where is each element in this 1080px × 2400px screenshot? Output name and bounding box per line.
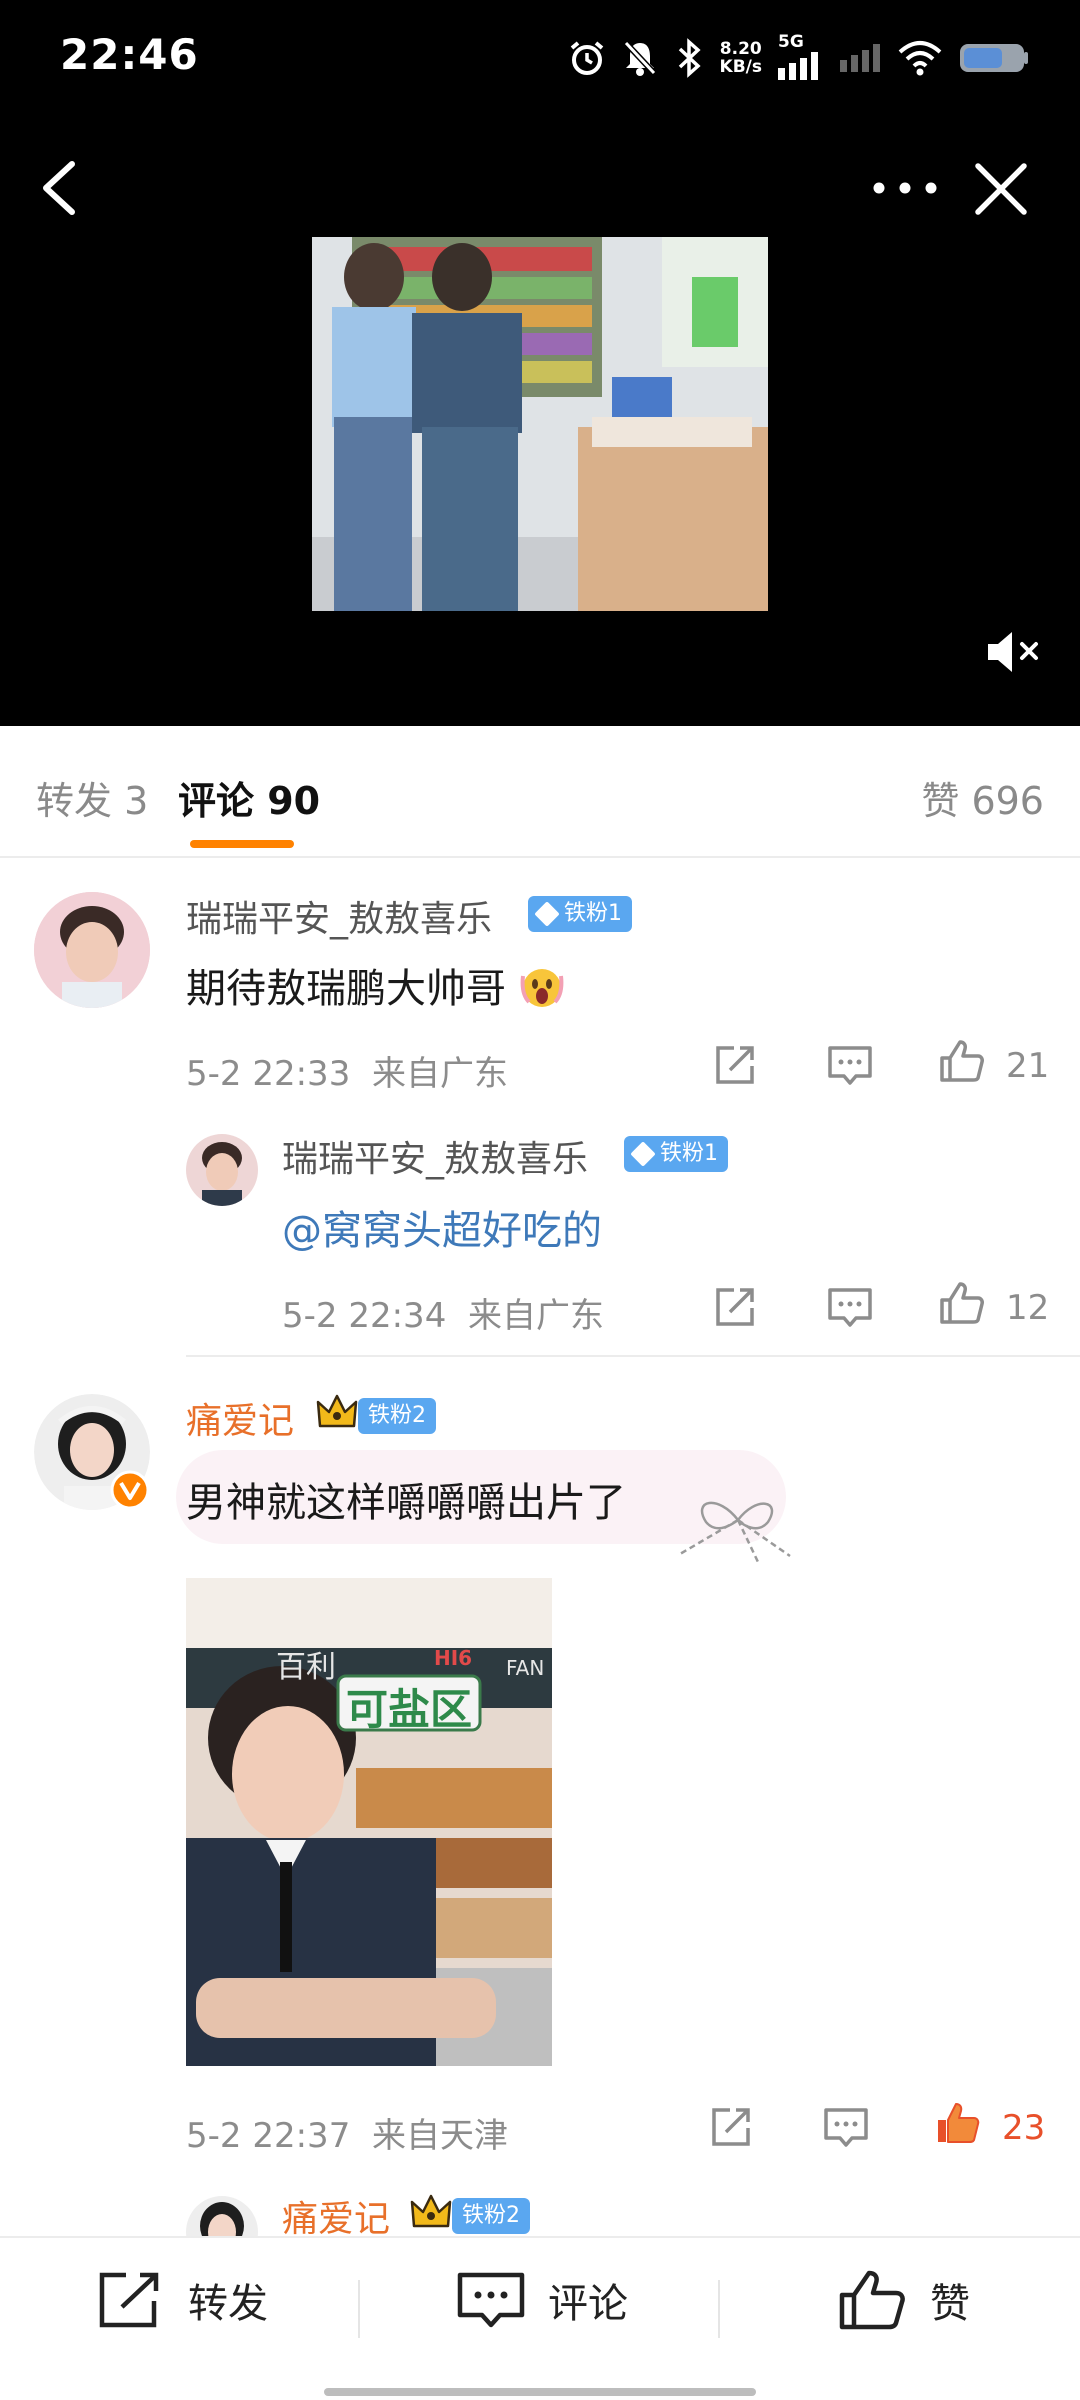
tab-repost[interactable]: 转发 3 — [36, 770, 148, 825]
image-sign-left: 百利 — [276, 1650, 336, 1685]
comment-image-scene — [186, 1578, 552, 2066]
share-icon[interactable] — [708, 2104, 756, 2150]
bottom-action-bar: 转发 评论 赞 — [0, 2236, 1080, 2400]
comment-location: 来自广东 — [371, 1054, 508, 1094]
reply-time: 5-2 22:34 — [282, 1296, 447, 1336]
share-icon[interactable] — [712, 1284, 760, 1330]
reply-meta: 5-2 22:34 来自广东 — [282, 1288, 604, 1337]
bottom-like-label: 赞 — [930, 2281, 970, 2327]
reply-location: 来自广东 — [467, 1296, 604, 1336]
video-scene — [312, 237, 768, 611]
tab-active-indicator — [190, 840, 294, 848]
bottom-repost-label: 转发 — [188, 2281, 268, 2327]
signal-group: 5G — [778, 32, 824, 80]
image-overlay-text: 可盐区 — [346, 1685, 473, 1734]
diamond-icon — [630, 1141, 656, 1167]
fan-badge: 铁粉2 — [358, 1398, 436, 1434]
crown-icon — [410, 2194, 452, 2228]
bottom-separator — [358, 2280, 360, 2338]
diamond-icon — [534, 901, 560, 927]
net-speed: 8.20 KB/s — [720, 40, 762, 76]
reply-fan-badge: 铁粉1 — [624, 1136, 728, 1172]
status-bar: 22:46 8.20 KB/s 5G — [0, 0, 1080, 110]
reply-icon[interactable] — [822, 2104, 870, 2150]
reply-icon[interactable] — [826, 1042, 874, 1088]
ribbon-icon — [679, 1501, 791, 1563]
avatar[interactable] — [34, 892, 150, 1008]
reply-fan-badge-label: 铁粉1 — [660, 1141, 718, 1166]
wifi-icon — [898, 41, 942, 76]
comment-text: 男神就这样嚼嚼嚼出片了 — [186, 1480, 626, 1526]
comment-username[interactable]: 痛爱记 — [186, 1392, 294, 1444]
like-count: 21 — [1006, 1046, 1050, 1086]
image-sign-right: FAN — [506, 1656, 545, 1680]
comment-time: 5-2 22:37 — [186, 2116, 351, 2156]
tab-bar: 转发 3 评论 90 赞 696 — [0, 726, 1080, 858]
avatar-image — [34, 892, 150, 1008]
verified-badge-icon — [110, 1470, 150, 1510]
bottom-separator — [718, 2280, 720, 2338]
tab-comments[interactable]: 评论 90 — [178, 770, 320, 825]
reply-icon[interactable] — [826, 1284, 874, 1330]
signal-2-icon — [840, 44, 880, 72]
comment-icon — [457, 2272, 525, 2328]
comment-text-body: 期待敖瑞鹏大帅哥 — [186, 966, 506, 1012]
comment-username[interactable]: 瑞瑞平安_敖敖喜乐 — [186, 890, 492, 942]
bottom-comment-button[interactable]: 评论 — [456, 2238, 628, 2362]
network-type: 5G — [778, 32, 804, 52]
home-indicator[interactable] — [324, 2388, 756, 2396]
comment-image[interactable]: 可盐区 HI6 FAN 百利 — [186, 1578, 552, 2066]
comment-meta: 5-2 22:33 来自广东 — [186, 1046, 508, 1095]
avatar[interactable] — [34, 1394, 150, 1510]
comment-location: 来自天津 — [371, 2116, 508, 2156]
bottom-comment-label: 评论 — [548, 2281, 628, 2327]
bottom-like-button[interactable]: 赞 — [838, 2238, 970, 2362]
mute-bell-icon — [623, 40, 656, 76]
status-icons: 8.20 KB/s 5G — [568, 32, 1030, 80]
comment-time: 5-2 22:33 — [186, 1054, 351, 1094]
thumbs-up-icon — [839, 2270, 905, 2330]
fan-badge: 铁粉1 — [528, 896, 632, 932]
net-speed-unit: KB/s — [719, 57, 762, 77]
repost-icon — [99, 2272, 159, 2328]
like-icon[interactable] — [938, 1038, 986, 1084]
comment-text: 期待敖瑞鹏大帅哥 — [186, 956, 565, 1014]
video-header-area: 22:46 8.20 KB/s 5G — [0, 0, 1080, 726]
close-icon[interactable] — [972, 160, 1030, 218]
comment-divider — [186, 1355, 1080, 1357]
image-overlay-tag: HI6 — [434, 1646, 473, 1670]
signal-icon — [778, 52, 818, 80]
like-icon-active[interactable] — [934, 2100, 982, 2146]
reply-username[interactable]: 痛爱记 — [282, 2190, 390, 2242]
mute-speaker-icon[interactable] — [984, 626, 1044, 678]
crown-icon — [316, 1394, 358, 1428]
share-icon[interactable] — [712, 1042, 760, 1088]
reply-username[interactable]: 瑞瑞平安_敖敖喜乐 — [282, 1130, 588, 1182]
reply-avatar[interactable] — [186, 1134, 258, 1206]
reply-fan-badge: 铁粉2 — [452, 2198, 530, 2234]
bottom-repost-button[interactable]: 转发 — [96, 2238, 268, 2362]
status-time: 22:46 — [60, 30, 199, 79]
net-speed-value: 8.20 — [719, 39, 762, 59]
bluetooth-icon — [678, 38, 701, 78]
battery-icon — [960, 44, 1028, 72]
alarm-icon — [570, 41, 603, 75]
video-thumbnail[interactable] — [312, 237, 768, 611]
like-count: 12 — [1006, 1288, 1050, 1328]
more-icon[interactable] — [870, 168, 940, 208]
like-count: 23 — [1002, 2108, 1046, 2148]
comment-meta: 5-2 22:37 来自天津 — [186, 2108, 508, 2157]
back-icon[interactable] — [34, 158, 86, 218]
scream-face-icon — [520, 969, 564, 1007]
reply-avatar-image — [186, 1134, 258, 1206]
fan-badge-label: 铁粉1 — [564, 901, 622, 926]
tab-likes[interactable]: 赞 696 — [921, 770, 1044, 825]
reply-mention-link[interactable]: @窝窝头超好吃的 — [282, 1198, 602, 1256]
like-icon[interactable] — [938, 1280, 986, 1326]
